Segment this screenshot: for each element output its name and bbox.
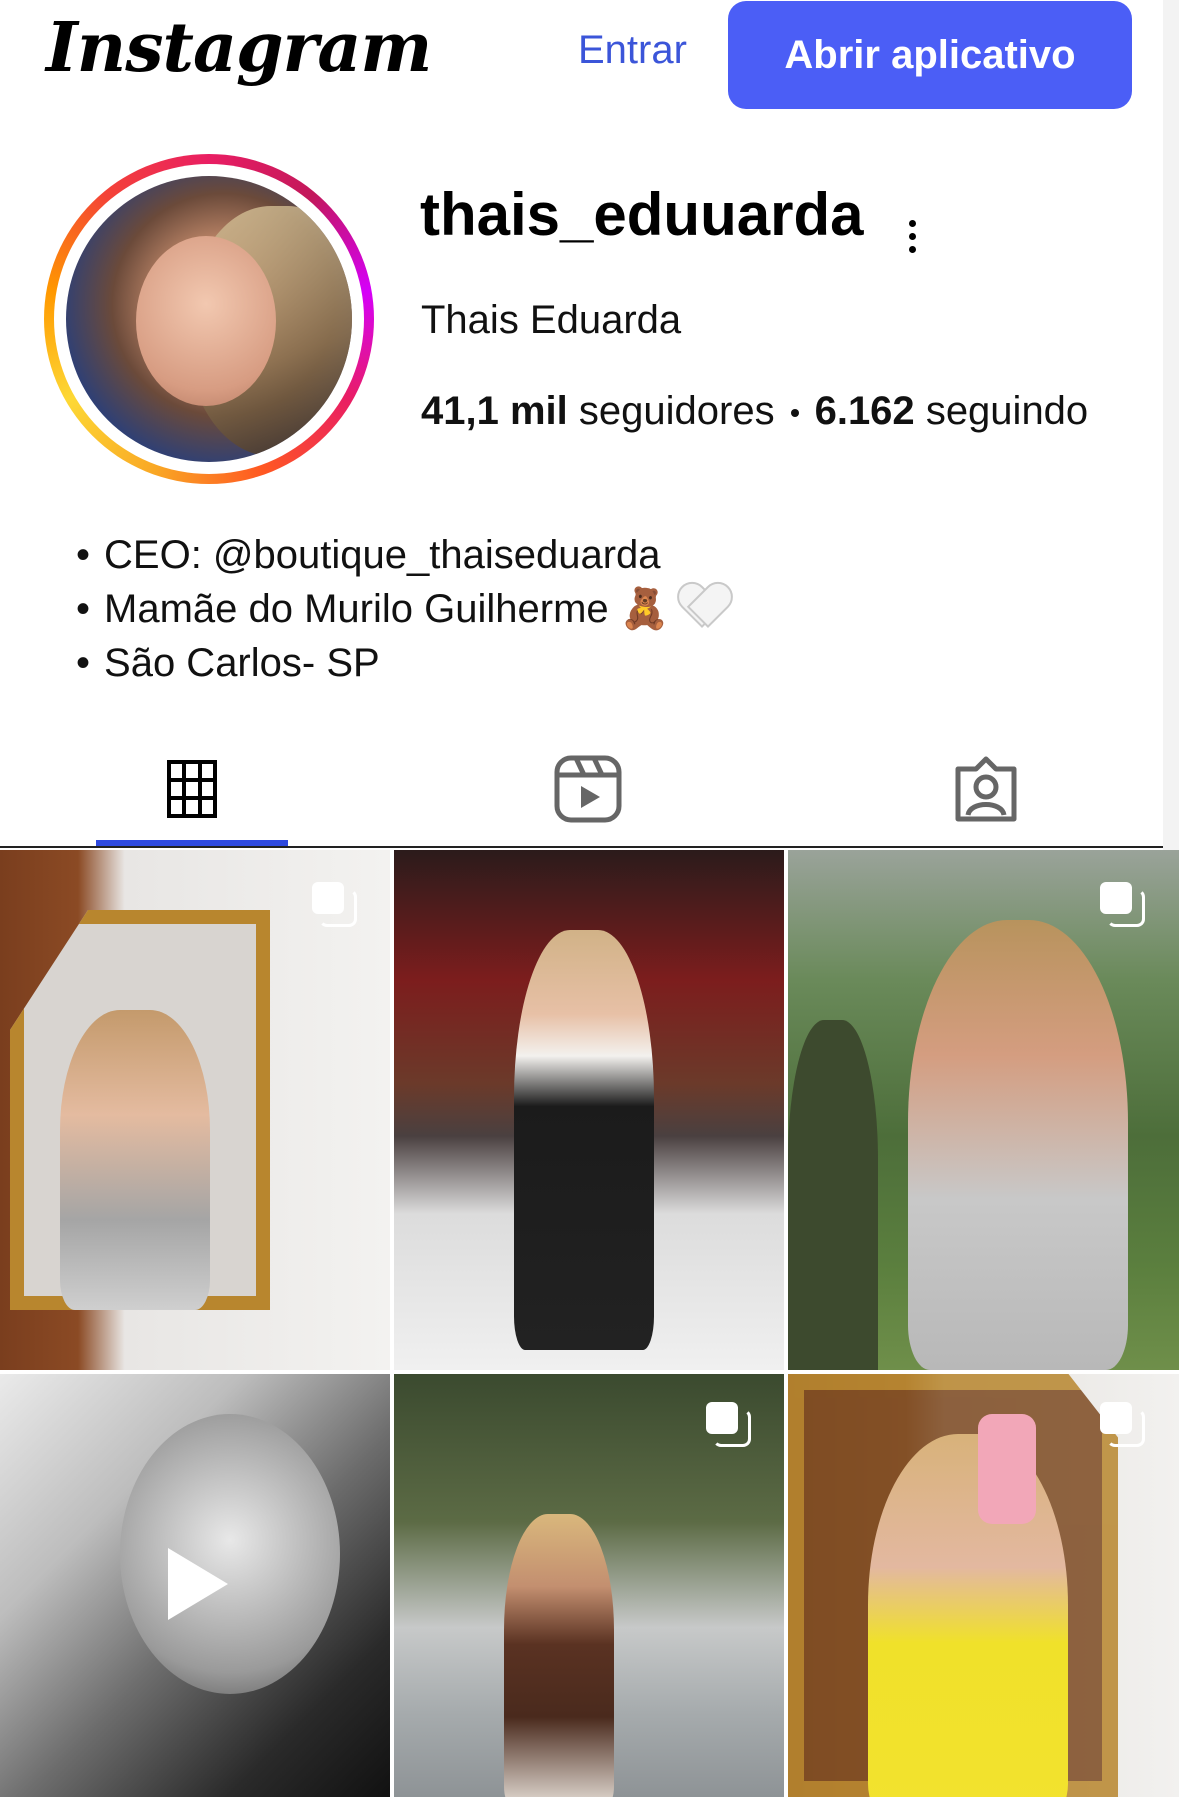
- top-bar: Instagram Entrar Abrir aplicativo: [0, 0, 1179, 130]
- bio-line: • São Carlos- SP: [76, 641, 380, 685]
- avatar-face: [136, 236, 276, 406]
- grid-icon: [167, 760, 217, 818]
- profile-avatar-story-ring[interactable]: [44, 154, 374, 484]
- person-shape: [514, 930, 654, 1350]
- instagram-logo[interactable]: Instagram: [46, 8, 432, 88]
- bio-line: • CEO: @boutique_thaiseduarda: [76, 533, 661, 577]
- multiple-photos-icon: [706, 1402, 751, 1447]
- following-link[interactable]: 6.162 seguindo: [815, 389, 1089, 433]
- profile-tabs: [0, 730, 1179, 848]
- avatar[interactable]: [66, 176, 352, 462]
- login-link[interactable]: Entrar: [578, 28, 687, 73]
- profile-bio: • CEO: @boutique_thaiseduarda • Mamãe do M…: [76, 528, 726, 690]
- separator-dot: [790, 409, 799, 418]
- profile-stats: 41,1 mil seguidores 6.162 seguindo: [421, 389, 1088, 434]
- post-thumbnail[interactable]: [0, 850, 390, 1370]
- open-app-button[interactable]: Abrir aplicativo: [728, 1, 1132, 109]
- active-tab-indicator: [96, 840, 288, 846]
- multiple-photos-icon: [1100, 882, 1145, 927]
- tab-tagged[interactable]: [886, 730, 1086, 848]
- tagged-icon: [955, 756, 1017, 822]
- multiple-photos-icon: [312, 882, 357, 927]
- person-shape: [908, 920, 1128, 1370]
- post-thumbnail[interactable]: [788, 850, 1179, 1370]
- person-shape: [504, 1514, 614, 1797]
- scrollbar[interactable]: [1163, 0, 1179, 850]
- background-person-shape: [788, 1020, 878, 1370]
- tab-posts[interactable]: [92, 730, 292, 848]
- followers-link[interactable]: 41,1 mil seguidores: [421, 389, 775, 433]
- post-thumbnail[interactable]: [0, 1374, 390, 1797]
- multiple-photos-icon: [1100, 1402, 1145, 1447]
- face-shape: [120, 1414, 340, 1694]
- bio-line: • Mamãe do Murilo Guilherme 🧸: [76, 582, 726, 636]
- profile-username: thais_eduuarda: [420, 181, 864, 248]
- person-shape: [60, 1010, 210, 1310]
- post-thumbnail[interactable]: [788, 1374, 1179, 1797]
- profile-full-name: Thais Eduarda: [421, 298, 682, 342]
- reels-icon: [554, 755, 622, 823]
- more-options-icon[interactable]: [906, 220, 918, 254]
- phone-shape: [978, 1414, 1036, 1524]
- play-icon: [168, 1548, 228, 1620]
- white-heart-icon: [678, 584, 726, 628]
- post-thumbnail[interactable]: [394, 850, 784, 1370]
- post-thumbnail[interactable]: [394, 1374, 784, 1797]
- person-shape: [868, 1434, 1068, 1797]
- tab-reels[interactable]: [488, 730, 688, 848]
